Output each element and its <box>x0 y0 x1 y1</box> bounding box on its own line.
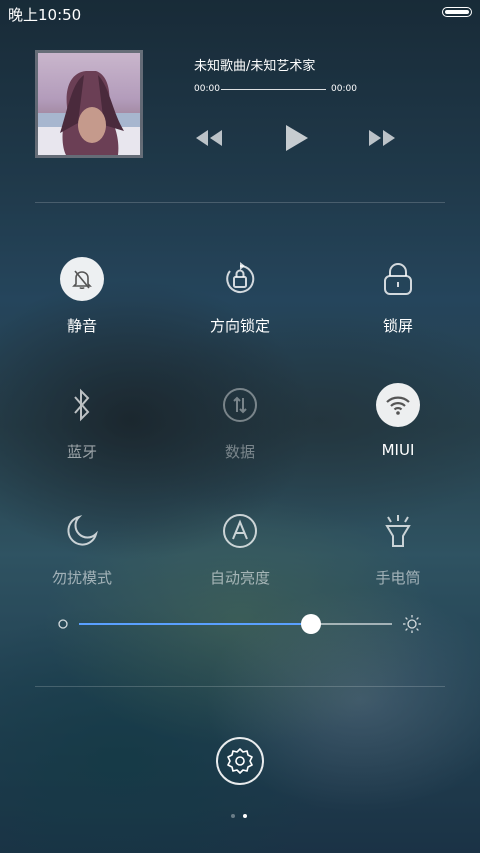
divider-top <box>35 202 445 203</box>
mute-bell-icon <box>72 270 92 290</box>
toggle-flashlight-circle <box>376 509 420 553</box>
play-icon <box>286 125 308 151</box>
toggle-bluetooth-circle <box>60 383 104 427</box>
brightness-low-icon <box>58 619 68 629</box>
gear-icon <box>227 748 253 774</box>
wifi-icon <box>386 396 410 415</box>
brightness-slider-thumb[interactable] <box>300 614 321 634</box>
battery-icon <box>442 7 472 17</box>
previous-track-button[interactable] <box>194 124 224 156</box>
toggle-rotation-lock-label: 方向锁定 <box>209 317 270 335</box>
mobile-data-icon <box>223 388 257 422</box>
settings-button[interactable] <box>216 737 264 785</box>
toggle-auto-brightness-circle <box>218 509 262 553</box>
lock-icon <box>384 263 412 295</box>
toggle-wifi-label: MIUI <box>381 441 415 459</box>
moon-icon <box>67 515 98 546</box>
brightness-high-icon <box>403 615 421 633</box>
status-time: 晚上10:50 <box>8 6 82 24</box>
divider-bottom <box>35 686 445 687</box>
toggle-mute-label: 静音 <box>66 317 97 335</box>
toggle-wifi[interactable]: MIUI <box>338 383 458 459</box>
auto-brightness-icon <box>223 514 257 548</box>
rewind-icon <box>196 130 222 146</box>
album-art[interactable] <box>35 50 143 158</box>
toggle-mobile-data-label: 数据 <box>224 443 255 461</box>
toggle-do-not-disturb-circle <box>60 509 104 553</box>
toggle-mobile-data-circle <box>218 383 262 427</box>
page-indicator-dot-2 <box>243 814 247 818</box>
page-indicator-dot-1 <box>231 814 235 818</box>
toggle-wifi-circle <box>376 383 420 427</box>
fast-forward-icon <box>369 130 395 146</box>
rotation-lock-icon <box>226 262 255 293</box>
toggle-auto-brightness[interactable]: 自动亮度 <box>180 509 300 588</box>
play-button[interactable] <box>284 122 310 158</box>
brightness-slider[interactable] <box>79 614 392 634</box>
toggle-bluetooth-label: 蓝牙 <box>66 443 97 461</box>
next-track-button[interactable] <box>367 124 397 156</box>
toggle-mobile-data[interactable]: 数据 <box>180 383 300 462</box>
bluetooth-icon <box>74 388 90 422</box>
track-title: 未知歌曲/未知艺术家 <box>194 59 316 74</box>
toggle-bluetooth[interactable]: 蓝牙 <box>22 383 142 462</box>
brightness-slider-fill <box>79 623 311 625</box>
music-progress-bar[interactable] <box>221 89 326 90</box>
toggle-auto-brightness-label: 自动亮度 <box>209 569 270 587</box>
toggle-lock-screen-label: 锁屏 <box>382 317 413 335</box>
toggle-lock-screen-circle <box>376 257 420 301</box>
time-total: 00:00 <box>331 84 357 94</box>
toggle-mute[interactable]: 静音 <box>22 257 142 336</box>
toggle-flashlight-label: 手电筒 <box>375 569 421 587</box>
time-elapsed: 00:00 <box>194 84 220 94</box>
toggle-do-not-disturb[interactable]: 勿扰模式 <box>22 509 142 588</box>
toggle-mute-circle <box>60 257 104 301</box>
toggle-flashlight[interactable]: 手电筒 <box>338 509 458 588</box>
toggle-rotation-lock[interactable]: 方向锁定 <box>180 257 300 336</box>
toggle-rotation-lock-circle <box>218 257 262 301</box>
flashlight-icon <box>385 515 411 547</box>
battery-fill <box>445 10 469 14</box>
toggle-lock-screen[interactable]: 锁屏 <box>338 257 458 336</box>
toggle-do-not-disturb-label: 勿扰模式 <box>51 569 112 587</box>
